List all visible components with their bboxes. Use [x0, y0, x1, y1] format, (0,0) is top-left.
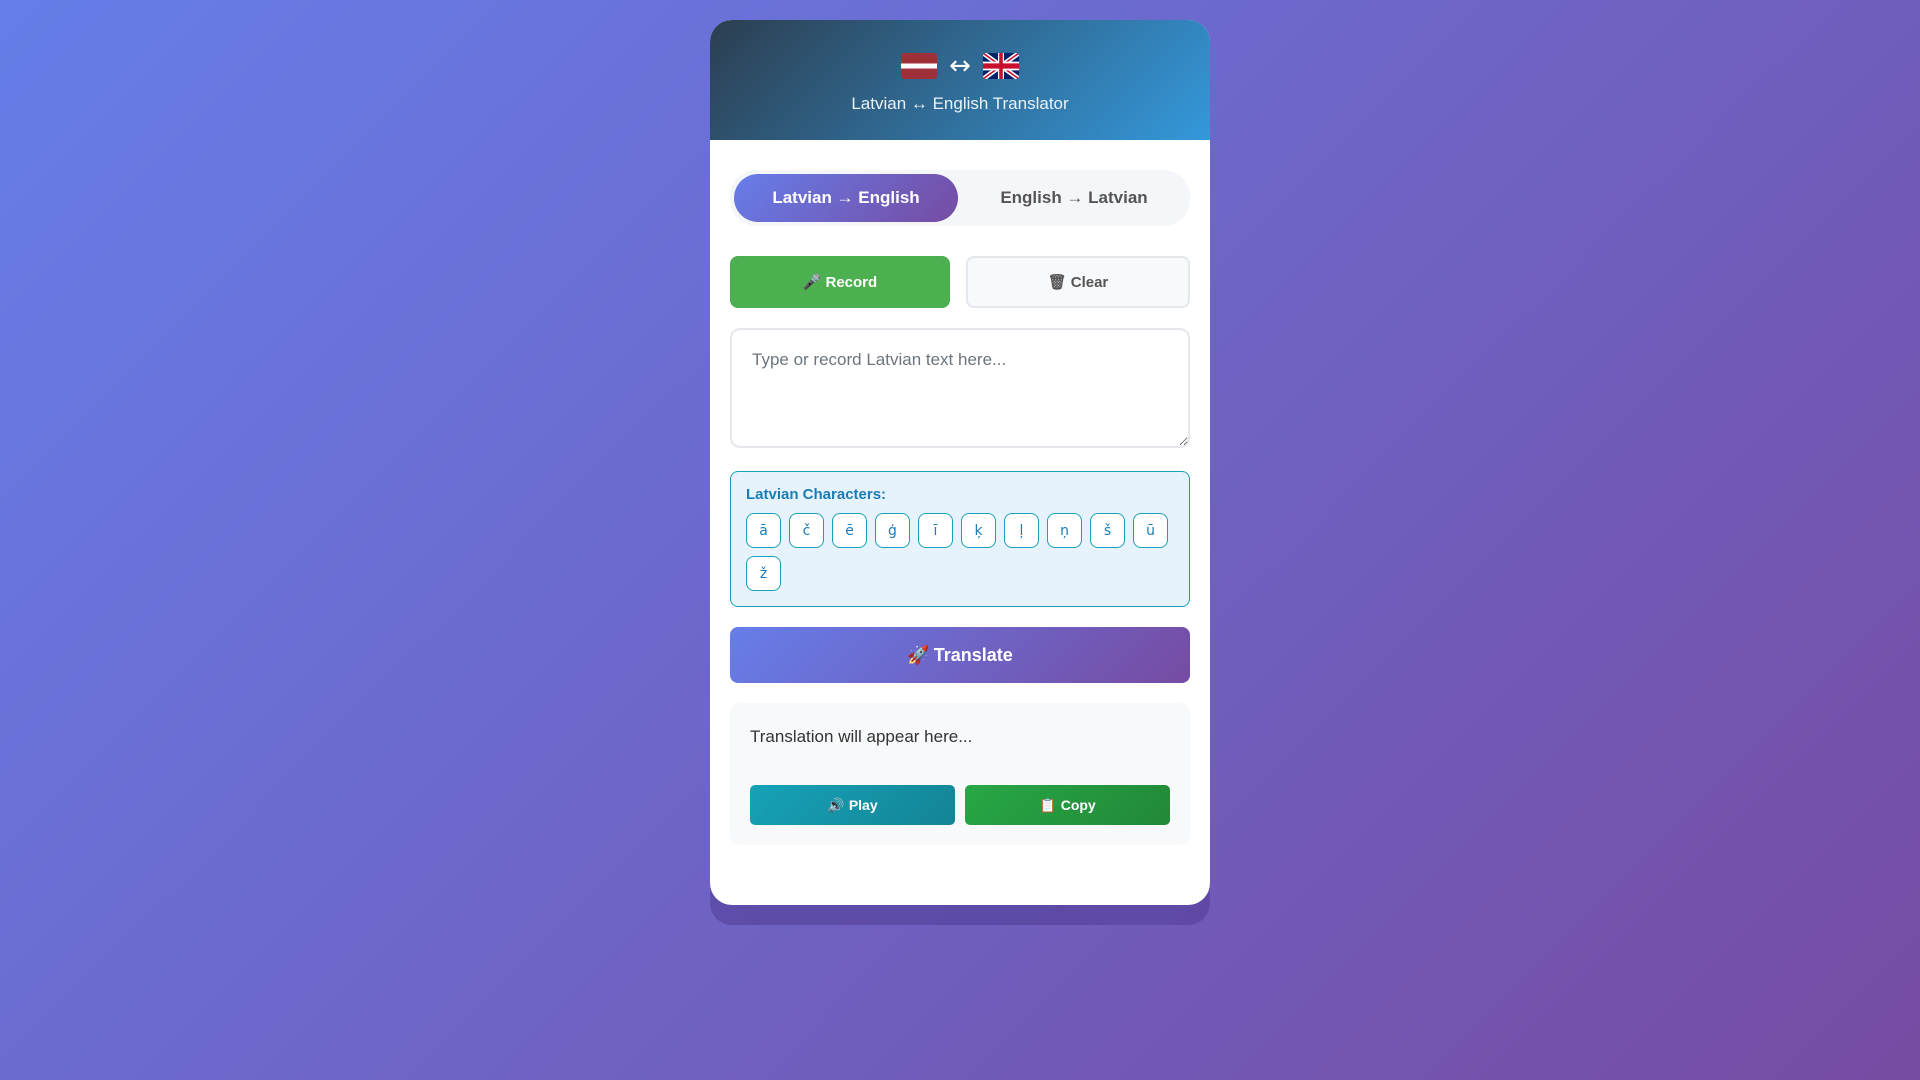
main-content: Latvian → English English → Latvian 🎤 Rec… [710, 140, 1210, 865]
mode-english-to-latvian[interactable]: English → Latvian [962, 174, 1186, 222]
translation-text: Translation will appear here... [750, 727, 973, 746]
char-button[interactable]: ķ [961, 513, 996, 548]
translate-label: Translate [933, 644, 1013, 665]
latvian-flag-icon [901, 53, 938, 79]
translate-button[interactable]: 🚀 Translate [730, 627, 1190, 683]
input-actions: 🎤 Record 🗑 Clear [730, 256, 1190, 308]
clear-button[interactable]: 🗑 Clear [966, 256, 1190, 308]
clipboard-icon: 📋 [1039, 797, 1057, 814]
record-button[interactable]: 🎤 Record [730, 256, 950, 308]
char-button[interactable]: ā [746, 513, 781, 548]
uk-flag-icon [982, 53, 1019, 79]
flags-row: ↔ [901, 46, 1019, 86]
play-button[interactable]: 🔊 Play [750, 785, 955, 825]
char-button[interactable]: ū [1133, 513, 1168, 548]
clear-label: Clear [1070, 274, 1109, 291]
direction-toggle: Latvian → English English → Latvian [730, 170, 1190, 226]
translation-output: Translation will appear here... 🔊 Play 📋 C… [730, 703, 1190, 845]
char-button[interactable]: ņ [1047, 513, 1082, 548]
output-actions: 🔊 Play 📋 Copy [750, 785, 1170, 825]
header: ↔ Latvian ↔ English Translator [710, 20, 1210, 140]
record-label: Record [825, 274, 878, 291]
speaker-icon: 🔊 [827, 797, 845, 814]
char-button[interactable]: č [789, 513, 824, 548]
swap-arrows-icon: ↔ [949, 51, 971, 81]
char-button[interactable]: ī [918, 513, 953, 548]
source-text-input[interactable] [730, 328, 1190, 448]
translator-card: ↔ Latvian ↔ English Translator Latvian →… [710, 20, 1210, 905]
play-label: Play [848, 796, 878, 813]
rocket-icon: 🚀 [907, 644, 930, 666]
copy-button[interactable]: 📋 Copy [965, 785, 1170, 825]
characters-grid: ā č ē ģ ī ķ ļ ņ š ū ž [746, 513, 1176, 591]
characters-title: Latvian Characters: [746, 486, 887, 503]
microphone-icon: 🎤 [802, 273, 822, 291]
char-button[interactable]: ž [746, 556, 781, 591]
char-button[interactable]: ļ [1004, 513, 1039, 548]
copy-label: Copy [1060, 796, 1096, 813]
app-title: Latvian ↔ English Translator [851, 94, 1069, 113]
trash-icon: 🗑 [1047, 273, 1067, 291]
char-button[interactable]: š [1090, 513, 1125, 548]
latvian-characters-panel: Latvian Characters: ā č ē ģ ī ķ ļ ņ š ū … [730, 471, 1190, 607]
char-button[interactable]: ē [832, 513, 867, 548]
mode-latvian-to-english[interactable]: Latvian → English [734, 174, 958, 222]
char-button[interactable]: ģ [875, 513, 910, 548]
